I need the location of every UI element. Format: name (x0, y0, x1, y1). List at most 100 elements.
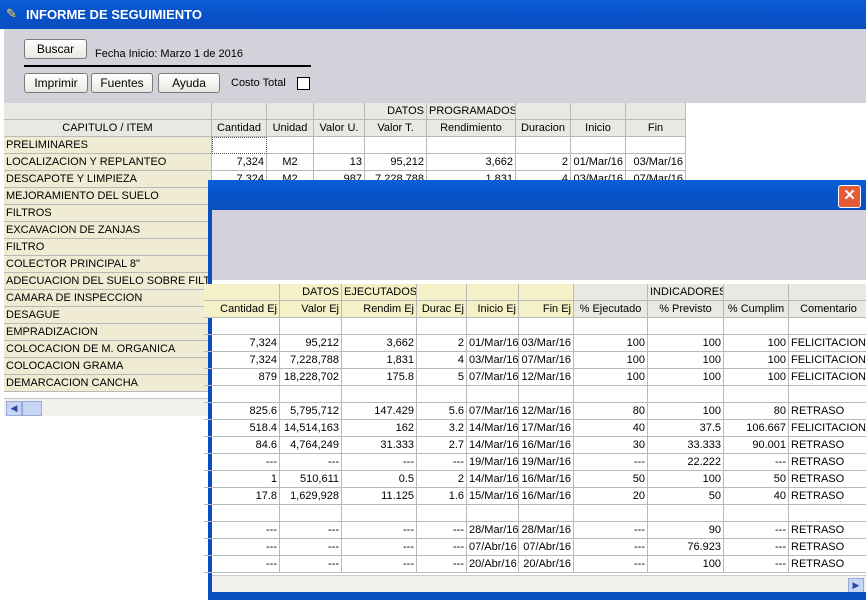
table-cell[interactable]: 106.667 (724, 420, 789, 437)
column-header[interactable]: Comentario (789, 301, 866, 318)
table-cell[interactable]: 95,212 (280, 335, 342, 352)
table-cell[interactable] (789, 386, 866, 403)
table-cell[interactable]: --- (342, 556, 417, 573)
horizontal-scrollbar[interactable]: ▶ (212, 575, 866, 593)
table-cell[interactable]: 84.6 (204, 437, 280, 454)
table-cell[interactable]: RETRASO (789, 471, 866, 488)
table-cell[interactable]: 100 (724, 369, 789, 386)
table-cell[interactable]: 07/Abr/16 (519, 539, 574, 556)
ayuda-button[interactable]: Ayuda (158, 73, 220, 93)
imprimir-button[interactable]: Imprimir (24, 73, 88, 93)
table-cell[interactable]: FELICITACIONES (789, 420, 866, 437)
group-header-ejecutados[interactable]: EJECUTADOS (342, 284, 417, 301)
table-cell[interactable] (204, 386, 280, 403)
table-cell[interactable]: 175.8 (342, 369, 417, 386)
table-cell[interactable]: 7,228,788 (280, 352, 342, 369)
item-row-label[interactable]: EMPRADIZACION (4, 324, 212, 341)
table-cell[interactable]: 510,611 (280, 471, 342, 488)
table-cell[interactable]: 2.7 (417, 437, 467, 454)
table-cell[interactable]: 20/Abr/16 (467, 556, 519, 573)
table-cell[interactable] (417, 318, 467, 335)
column-header[interactable]: Inicio Ej (467, 301, 519, 318)
table-cell[interactable]: --- (280, 556, 342, 573)
table-cell[interactable]: 37.5 (648, 420, 724, 437)
table-cell[interactable] (204, 505, 280, 522)
table-cell[interactable]: --- (280, 539, 342, 556)
table-cell[interactable]: 14,514,163 (280, 420, 342, 437)
item-row-label[interactable]: LOCALIZACION Y REPLANTEO (4, 154, 212, 171)
table-cell[interactable]: 18,228,702 (280, 369, 342, 386)
table-cell[interactable]: 19/Mar/16 (467, 454, 519, 471)
table-cell[interactable] (574, 318, 648, 335)
table-cell[interactable]: 12/Mar/16 (519, 403, 574, 420)
item-row-label[interactable]: FILTROS (4, 205, 212, 222)
table-cell[interactable]: RETRASO (789, 403, 866, 420)
table-cell[interactable]: 33.333 (648, 437, 724, 454)
table-cell[interactable]: 14/Mar/16 (467, 471, 519, 488)
table-cell[interactable]: --- (417, 454, 467, 471)
column-header[interactable]: Unidad (267, 120, 314, 137)
group-header-programados[interactable]: PROGRAMADOS (427, 103, 516, 120)
item-row-label[interactable]: DEMARCACION CANCHA (4, 375, 212, 392)
table-cell[interactable]: 17.8 (204, 488, 280, 505)
item-row-label[interactable]: ADECUACION DEL SUELO SOBRE FILTRO (4, 273, 212, 290)
item-row-label[interactable]: EXCAVACION DE ZANJAS (4, 222, 212, 239)
table-cell[interactable]: 95,212 (365, 154, 427, 171)
group-header-cell[interactable] (519, 284, 574, 301)
table-cell[interactable]: 5,795,712 (280, 403, 342, 420)
table-cell[interactable]: 07/Mar/16 (467, 403, 519, 420)
table-cell[interactable] (724, 386, 789, 403)
table-cell[interactable] (626, 137, 686, 154)
title-bar[interactable]: ✎ INFORME DE SEGUIMIENTO (0, 0, 866, 29)
table-cell[interactable] (427, 137, 516, 154)
table-cell[interactable]: 2 (516, 154, 571, 171)
table-cell[interactable] (519, 505, 574, 522)
table-cell[interactable]: 50 (574, 471, 648, 488)
table-cell[interactable]: 7,324 (204, 352, 280, 369)
group-header-cell[interactable] (724, 284, 789, 301)
table-cell[interactable] (724, 505, 789, 522)
table-cell[interactable] (280, 505, 342, 522)
table-cell[interactable]: 28/Mar/16 (467, 522, 519, 539)
table-cell[interactable]: --- (342, 539, 417, 556)
item-row-label[interactable]: DESAGUE (4, 307, 212, 324)
table-cell[interactable]: 5 (417, 369, 467, 386)
column-header[interactable]: Duracion (516, 120, 571, 137)
table-cell[interactable]: 80 (574, 403, 648, 420)
group-header-datos[interactable]: DATOS (280, 284, 342, 301)
column-header[interactable]: Inicio (571, 120, 626, 137)
table-cell[interactable]: --- (574, 539, 648, 556)
table-cell[interactable] (342, 386, 417, 403)
table-cell[interactable]: --- (417, 522, 467, 539)
table-cell[interactable]: 100 (648, 471, 724, 488)
table-cell[interactable]: RETRASO (789, 437, 866, 454)
table-cell[interactable]: FELICITACIONES (789, 369, 866, 386)
table-cell[interactable]: --- (417, 556, 467, 573)
column-header[interactable]: % Previsto (648, 301, 724, 318)
table-cell[interactable]: RETRASO (789, 556, 866, 573)
table-cell[interactable]: 100 (724, 352, 789, 369)
table-cell[interactable]: 30 (574, 437, 648, 454)
table-cell[interactable]: 1,629,928 (280, 488, 342, 505)
table-cell[interactable] (519, 386, 574, 403)
table-cell[interactable]: 07/Abr/16 (467, 539, 519, 556)
table-cell[interactable]: 50 (648, 488, 724, 505)
table-cell[interactable] (789, 318, 866, 335)
table-cell[interactable] (314, 137, 365, 154)
table-cell[interactable]: --- (204, 454, 280, 471)
scroll-left-icon[interactable]: ◀ (6, 401, 22, 416)
table-cell[interactable] (571, 137, 626, 154)
table-cell[interactable]: 5.6 (417, 403, 467, 420)
table-cell[interactable]: M2 (267, 154, 314, 171)
table-cell[interactable]: 0.5 (342, 471, 417, 488)
table-cell[interactable]: --- (280, 454, 342, 471)
table-cell[interactable]: 13 (314, 154, 365, 171)
title-bar[interactable]: ✕ (208, 180, 866, 210)
table-cell[interactable]: 80 (724, 403, 789, 420)
table-cell[interactable]: 100 (648, 335, 724, 352)
table-cell[interactable] (648, 318, 724, 335)
table-cell[interactable]: 17/Mar/16 (519, 420, 574, 437)
column-header[interactable]: % Cumplim (724, 301, 789, 318)
table-cell[interactable]: 7,324 (204, 335, 280, 352)
table-cell[interactable]: 20/Abr/16 (519, 556, 574, 573)
